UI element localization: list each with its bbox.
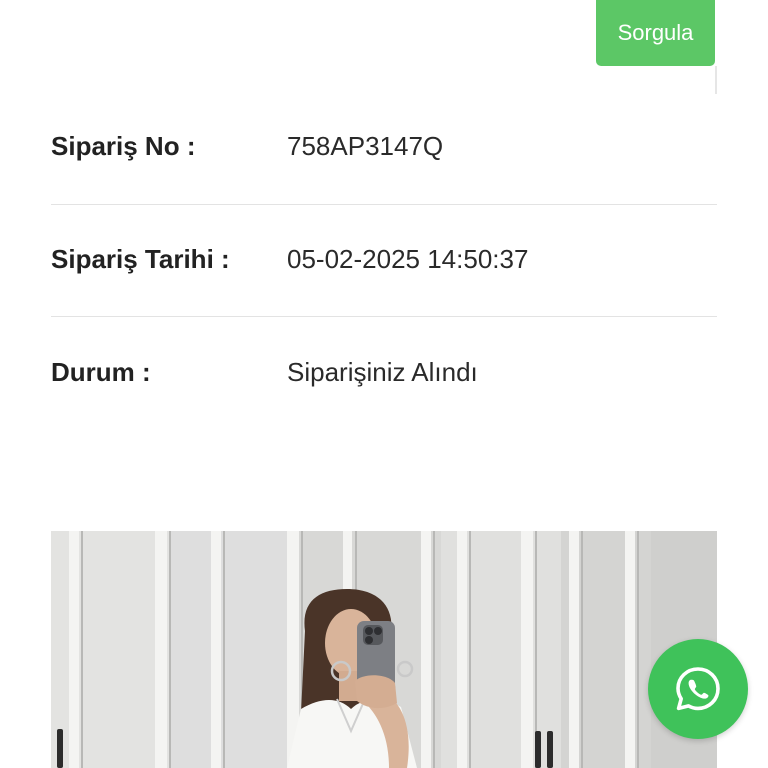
whatsapp-icon [676,667,720,711]
mirror-selfie-illustration [51,531,717,768]
order-status-row: Durum : Siparişiniz Alındı [51,318,717,430]
query-button[interactable]: Sorgula [596,0,715,66]
order-date-row: Sipariş Tarihi : 05-02-2025 14:50:37 [51,205,717,317]
order-number-row: Sipariş No : 758AP3147Q [51,93,717,205]
order-date-value: 05-02-2025 14:50:37 [287,244,529,274]
order-tracking-page: Sorgula Sipariş No : 758AP3147Q Sipariş … [0,0,768,768]
product-photo [51,531,717,768]
order-status-label: Durum : [51,357,151,387]
order-status-value: Siparişiniz Alındı [287,357,478,387]
order-number-label: Sipariş No : [51,131,196,161]
whatsapp-chat-button[interactable] [648,639,748,739]
order-date-label: Sipariş Tarihi : [51,244,230,274]
order-number-value: 758AP3147Q [287,131,444,161]
panel-edge-divider [715,66,717,94]
